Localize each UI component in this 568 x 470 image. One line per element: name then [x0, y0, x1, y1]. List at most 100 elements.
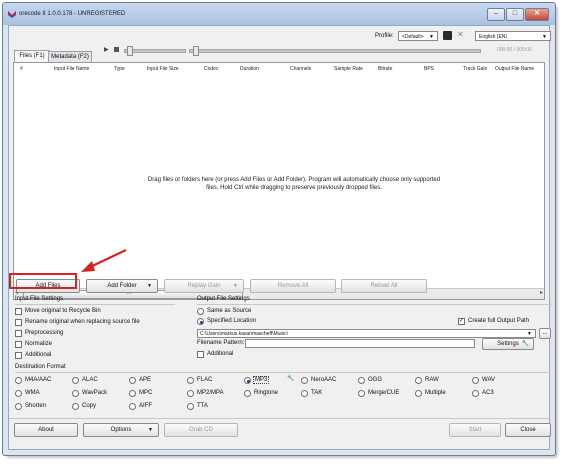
column-header[interactable]: Codec [204, 66, 218, 72]
scroll-right-icon[interactable]: ▸ [540, 289, 543, 296]
format-radio-tta[interactable] [187, 403, 194, 410]
torn-edge-decoration [0, 459, 568, 470]
play-icon[interactable]: ▶ [104, 46, 109, 53]
format-label: Ringtone [254, 390, 279, 396]
additional-input-checkbox[interactable] [15, 352, 22, 359]
red-arrow-icon [81, 249, 127, 272]
volume-slider-thumb[interactable] [127, 46, 133, 56]
settings-button[interactable]: Settings 🔧 [482, 338, 534, 350]
settings-label: Settings [497, 341, 519, 347]
close-label: Close [520, 427, 536, 433]
format-radio-m4a[interactable] [15, 377, 22, 384]
create-full-path-checkbox[interactable] [458, 317, 465, 325]
column-header[interactable]: Track Gain [463, 66, 487, 72]
format-radio-merge-cue[interactable] [358, 390, 365, 397]
format-radio-tak[interactable] [301, 390, 308, 397]
profile-dropdown[interactable]: <Default> ▼ [398, 31, 438, 41]
format-radio-wav[interactable] [472, 377, 479, 384]
tab-files-label: Files (F1) [19, 53, 45, 59]
column-header[interactable]: Input File Name [54, 66, 89, 72]
minimize-icon[interactable]: – [487, 8, 505, 21]
column-header[interactable]: Bitrate [378, 66, 392, 72]
file-list-header: # Input File Name Type Input File Size C… [14, 65, 544, 74]
format-radio-ape[interactable] [129, 377, 136, 384]
format-radio-aiff[interactable] [129, 403, 136, 410]
profile-value: <Default> [402, 34, 424, 40]
close-icon[interactable]: ✕ [525, 8, 549, 21]
maximize-icon[interactable]: □ [506, 8, 524, 21]
language-dropdown[interactable]: English (EN) ▼ [475, 31, 551, 41]
additional-output-checkbox[interactable] [197, 351, 204, 358]
column-header[interactable]: Duration [240, 66, 259, 72]
options-label: Options [110, 427, 132, 433]
profile-label: Profile: [375, 33, 394, 39]
checkbox-label: Rename original when replacing source fi… [25, 319, 140, 325]
stop-icon[interactable] [114, 47, 119, 52]
format-label: TTA [197, 403, 208, 409]
checkbox-label: Move original to Recycle Bin [25, 308, 101, 314]
format-radio-mp2[interactable] [187, 390, 194, 397]
format-radio-flac[interactable] [187, 377, 194, 384]
format-radio-wma[interactable] [15, 390, 22, 397]
grab-cd-button[interactable]: Grab CD [164, 423, 238, 437]
format-label: APE [139, 377, 152, 383]
format-radio-ogg[interactable] [358, 377, 365, 384]
browse-button[interactable]: ... [539, 328, 551, 339]
time-readout: 000:00 / 000:00 [497, 47, 532, 53]
seek-slider[interactable] [189, 49, 481, 53]
tab-metadata[interactable]: Metadata (F2) [48, 51, 92, 62]
remove-all-button[interactable]: Remove All [250, 279, 336, 293]
volume-slider[interactable] [124, 49, 186, 53]
checkbox-label: Preprocessing [25, 330, 64, 336]
column-header[interactable]: Type [114, 66, 125, 72]
format-label: FLAC [197, 377, 213, 383]
format-radio-alac[interactable] [72, 377, 79, 384]
reload-all-button[interactable]: Reload All [341, 279, 427, 293]
format-radio-neroaac[interactable] [301, 377, 308, 384]
replay-gain-button[interactable]: Replay Gain ▼ [164, 279, 244, 293]
options-button[interactable]: Options ▼ [83, 423, 159, 437]
preprocessing-checkbox[interactable] [15, 330, 22, 337]
format-radio-ringtone[interactable] [244, 390, 251, 397]
app-window: orecode II 1.0.0.178 - UNREGISTERED – □ … [2, 2, 556, 456]
format-radio-raw[interactable] [415, 377, 422, 384]
format-label: RAW [425, 377, 439, 383]
format-radio-mpc[interactable] [129, 390, 136, 397]
delete-profile-icon[interactable]: ✕ [457, 30, 464, 39]
same-as-source-radio[interactable] [197, 308, 204, 315]
column-header[interactable]: Channels [290, 66, 311, 72]
format-label: MP3 [253, 376, 270, 384]
column-header[interactable]: Sample Rate [334, 66, 363, 72]
checkbox-label: Additional [25, 352, 52, 358]
close-button[interactable]: Close [505, 423, 551, 437]
tab-files[interactable]: Files (F1) [14, 50, 50, 62]
column-header[interactable]: # [20, 66, 23, 72]
specified-location-radio[interactable] [197, 318, 204, 325]
output-path-field[interactable]: C:\Users\markus.kasanmascheff\Music\ ▼ [197, 329, 536, 338]
format-label: OGG [368, 377, 383, 383]
column-header[interactable]: Output File Name [495, 66, 534, 72]
format-label: WavPack [82, 390, 108, 396]
filename-pattern-field[interactable] [245, 339, 475, 348]
about-button[interactable]: About [14, 423, 78, 437]
format-radio-copy[interactable] [72, 403, 79, 410]
seek-slider-thumb[interactable] [193, 46, 199, 56]
format-radio-ac3[interactable] [472, 390, 479, 397]
format-radio-mp3[interactable] [244, 377, 251, 384]
save-profile-icon[interactable] [443, 31, 452, 40]
column-header[interactable]: Input File Size [147, 66, 179, 72]
add-folder-button[interactable]: Add Folder ▼ [86, 279, 158, 293]
title-bar[interactable]: orecode II 1.0.0.178 - UNREGISTERED – □ … [3, 3, 555, 25]
move-to-recycle-checkbox[interactable] [15, 308, 22, 315]
wrench-icon[interactable]: 🔧 [287, 375, 294, 382]
format-radio-shorten[interactable] [15, 403, 22, 410]
format-label: NeroAAC [311, 377, 337, 383]
rename-original-checkbox[interactable] [15, 319, 22, 326]
normalize-checkbox[interactable] [15, 341, 22, 348]
column-header[interactable]: BPS [424, 66, 434, 72]
format-radio-wavpack[interactable] [72, 390, 79, 397]
format-radio-multiple[interactable] [415, 390, 422, 397]
start-button[interactable]: Start [449, 423, 501, 437]
wrench-icon: 🔧 [521, 341, 529, 347]
window-title: orecode II 1.0.0.178 - UNREGISTERED [19, 11, 126, 17]
